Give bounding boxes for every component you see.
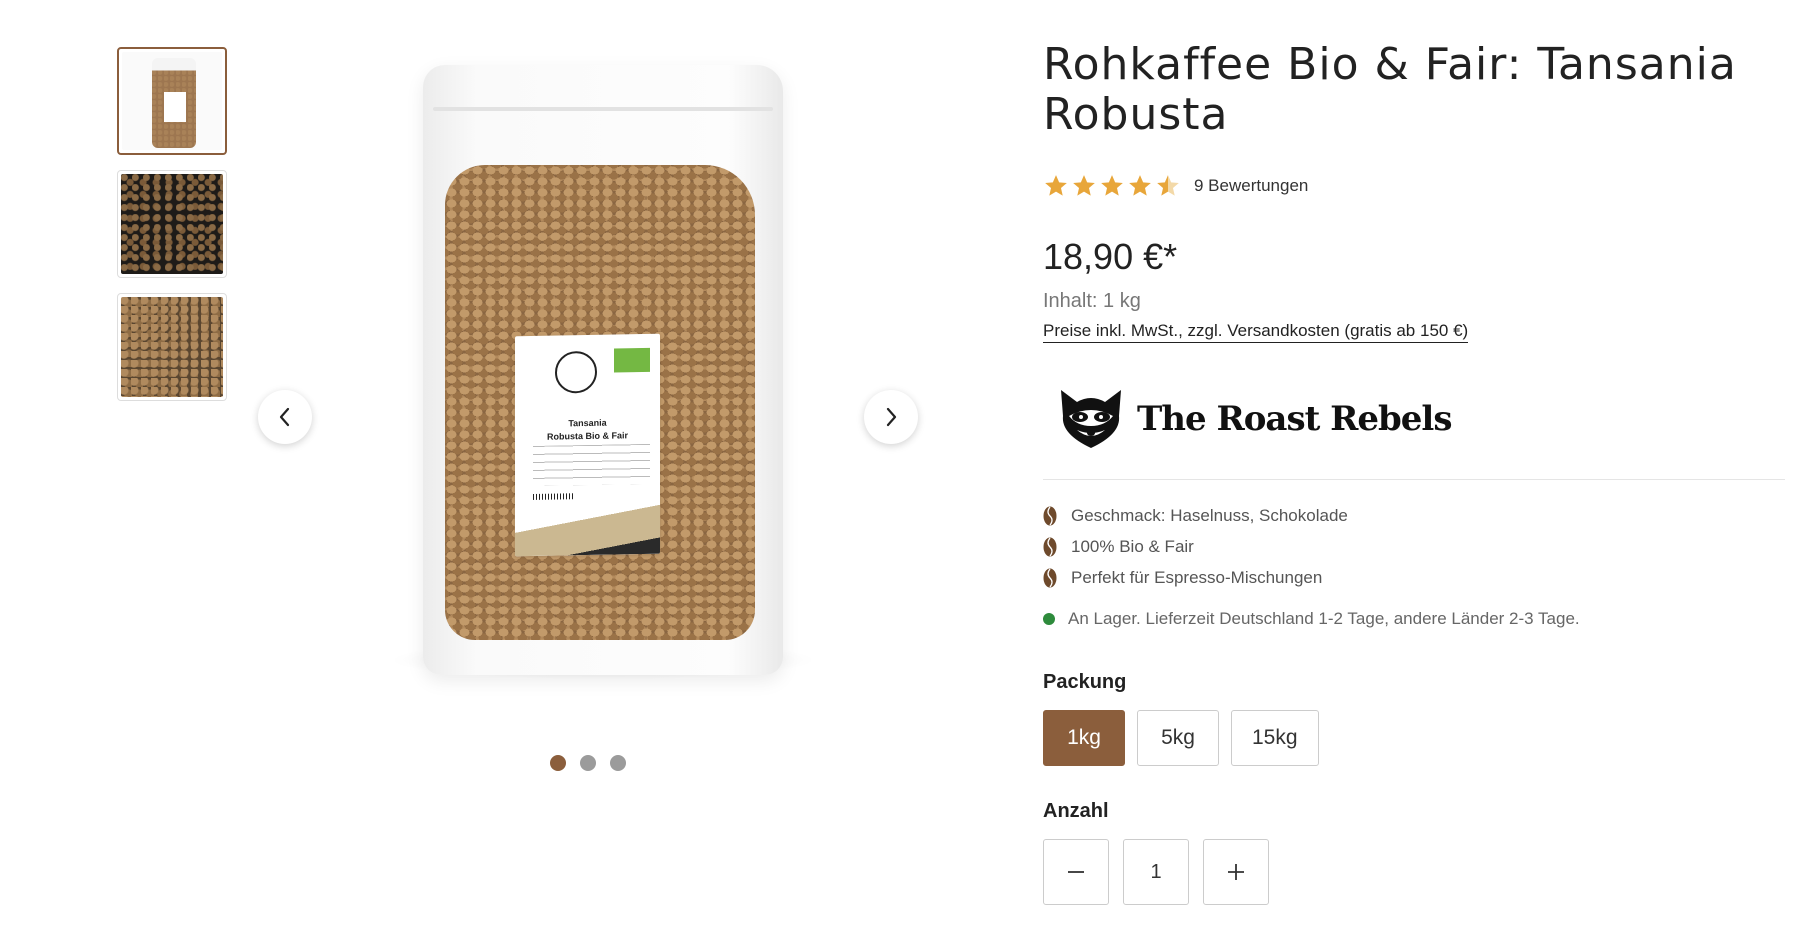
product-title: Rohkaffee Bio & Fair: Tansania Robusta	[1043, 39, 1737, 140]
divider	[1043, 479, 1785, 480]
previous-image-button[interactable]	[258, 390, 312, 444]
quantity-increase-button[interactable]	[1203, 839, 1269, 905]
star-icon	[1101, 175, 1123, 196]
bag-label-line2: Robusta Bio & Fair	[546, 430, 628, 442]
gallery-dot-3[interactable]	[610, 755, 626, 771]
product-rating: 9 Bewertungen	[1043, 174, 1783, 198]
coffee-bean-icon	[1043, 568, 1057, 587]
feature-item: 100% Bio & Fair	[1043, 531, 1783, 562]
star-icon	[1045, 175, 1067, 196]
quantity-label: Anzahl	[1043, 800, 1109, 822]
star-icon	[1129, 175, 1151, 196]
quantity-input[interactable]	[1123, 839, 1189, 905]
feature-text: Perfekt für Espresso-Mischungen	[1071, 567, 1323, 587]
thumbnail-list	[117, 47, 227, 416]
thumbnail-beans-dark[interactable]	[117, 170, 227, 278]
mini-bag-label	[164, 92, 186, 122]
bag-label: Tansania Robusta Bio & Fair	[515, 333, 660, 557]
pack-option-15kg[interactable]: 15kg	[1231, 710, 1319, 766]
bag-label-details	[533, 443, 650, 486]
gallery-pagination	[550, 755, 626, 771]
feature-item: Geschmack: Haselnuss, Schokolade	[1043, 500, 1783, 531]
feature-text: Geschmack: Haselnuss, Schokolade	[1071, 505, 1348, 525]
chevron-left-icon	[279, 407, 290, 427]
raccoon-icon	[555, 350, 597, 394]
gallery-dot-1[interactable]	[550, 755, 566, 771]
bag-label-footer	[515, 497, 660, 557]
minus-icon	[1068, 871, 1084, 873]
pack-option-1kg[interactable]: 1kg	[1043, 710, 1125, 766]
shipping-info-link[interactable]: Preise inkl. MwSt., zzgl. Versandkosten …	[1043, 321, 1469, 343]
feature-list: Geschmack: Haselnuss, Schokolade 100% Bi…	[1043, 500, 1783, 593]
packaging-label: Packung	[1043, 671, 1127, 693]
gallery-dot-2[interactable]	[580, 755, 596, 771]
thumbnail-bag[interactable]	[117, 47, 227, 155]
stock-text: An Lager. Lieferzeit Deutschland 1-2 Tag…	[1068, 609, 1580, 628]
product-bag-image: Tansania Robusta Bio & Fair	[423, 65, 783, 675]
in-stock-indicator-icon	[1043, 613, 1055, 625]
packaging-options: 1kg 5kg 15kg	[1043, 710, 1783, 766]
thumbnail-beans-full-image	[121, 297, 223, 397]
brand-logo[interactable]: The Roast Rebels	[1043, 373, 1783, 465]
coffee-bean-icon	[1043, 537, 1057, 556]
feature-item: Perfekt für Espresso-Mischungen	[1043, 562, 1783, 593]
thumbnail-beans-dark-image	[121, 174, 223, 274]
plus-icon	[1228, 864, 1244, 880]
raccoon-icon	[1061, 390, 1121, 448]
quantity-stepper	[1043, 839, 1783, 905]
product-image-gallery: Tansania Robusta Bio & Fair	[258, 40, 928, 720]
quantity-decrease-button[interactable]	[1043, 839, 1109, 905]
eu-organic-icon	[614, 347, 650, 373]
chevron-right-icon	[886, 407, 897, 427]
brand-logo-text: The Roast Rebels	[1137, 399, 1452, 439]
reviews-link[interactable]: 9 Bewertungen	[1194, 176, 1308, 196]
feature-text: 100% Bio & Fair	[1071, 536, 1194, 556]
bag-label-text: Tansania Robusta Bio & Fair	[515, 416, 660, 445]
half-star-icon	[1157, 175, 1179, 196]
coffee-bean-icon	[1043, 506, 1057, 525]
star-icon	[1073, 175, 1095, 196]
rating-stars	[1043, 173, 1181, 199]
pack-option-5kg[interactable]: 5kg	[1137, 710, 1219, 766]
next-image-button[interactable]	[864, 390, 918, 444]
stock-status: An Lager. Lieferzeit Deutschland 1-2 Tag…	[1043, 609, 1783, 629]
product-price: 18,90 €*	[1043, 236, 1178, 277]
product-content: Inhalt: 1 kg	[1043, 290, 1141, 312]
product-info: Rohkaffee Bio & Fair: Tansania Robusta 9…	[1043, 39, 1785, 905]
thumbnail-bag-image	[122, 52, 222, 150]
thumbnail-beans-full[interactable]	[117, 293, 227, 401]
bag-zipper	[433, 107, 773, 111]
